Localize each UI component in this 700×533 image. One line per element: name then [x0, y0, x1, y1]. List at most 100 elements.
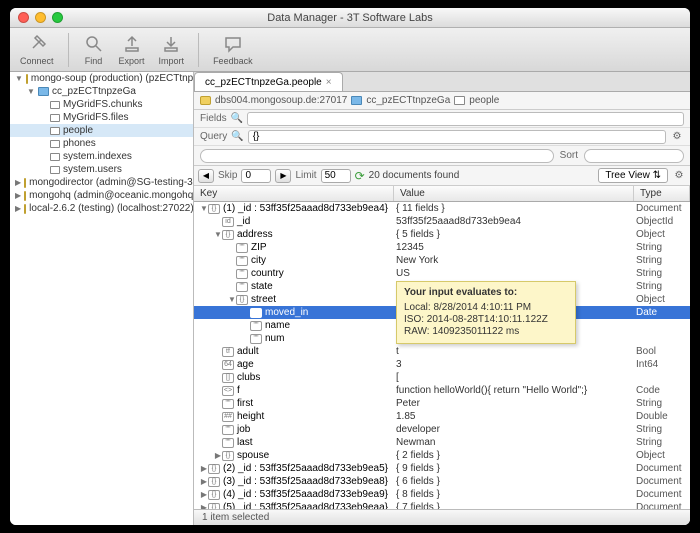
search-icon: 🔍	[231, 131, 243, 142]
import-button[interactable]: Import	[155, 31, 189, 68]
table-row[interactable]: ▶{}(5) _id : 53ff35f25aaad8d733eb9eaa}{ …	[194, 501, 690, 509]
sidebar-item[interactable]: ▶local-2.6.2 (testing) (localhost:27022)	[10, 202, 193, 215]
key-label: height	[237, 411, 264, 422]
disclosure-icon[interactable]: ▶	[15, 178, 21, 187]
separator	[68, 33, 69, 67]
db-icon	[24, 204, 26, 214]
query-settings-icon[interactable]: ⚙	[670, 130, 684, 144]
table-row[interactable]: ""ZIP12345String	[194, 241, 690, 254]
fields-input[interactable]	[247, 112, 684, 126]
table-row[interactable]: ▼{}address{ 5 fields }Object	[194, 228, 690, 241]
close-tab-icon[interactable]: ×	[326, 77, 332, 88]
prev-page-button[interactable]: ◀	[198, 169, 214, 183]
type-cell: Bool	[634, 346, 690, 357]
key-label: clubs	[237, 372, 260, 383]
filter-input[interactable]	[200, 149, 554, 163]
key-label: (5) _id : 53ff35f25aaad8d733eb9eaa}	[223, 502, 388, 509]
breadcrumb-host[interactable]: dbs004.mongosoup.de:27017	[215, 95, 347, 106]
table-row[interactable]: tfadulttBool	[194, 345, 690, 358]
table-row[interactable]: <>ffunction helloWorld(){ return "Hello …	[194, 384, 690, 397]
header-value[interactable]: Value	[394, 186, 634, 201]
table-row[interactable]: []clubs[	[194, 371, 690, 384]
type-icon: {}	[222, 451, 234, 461]
table-row[interactable]: ▶{}(4) _id : 53ff35f25aaad8d733eb9ea9}{ …	[194, 488, 690, 501]
disclosure-icon[interactable]: ▶	[200, 490, 208, 499]
disclosure-icon[interactable]: ▶	[200, 477, 208, 486]
table-row[interactable]: 64age3Int64	[194, 358, 690, 371]
table-row[interactable]: ""cityNew YorkString	[194, 254, 690, 267]
tabs: cc_pzECTtnpzeGa.people ×	[194, 72, 690, 92]
feedback-button[interactable]: Feedback	[209, 31, 257, 68]
type-cell: Document	[634, 502, 690, 509]
value-cell: 53ff35f25aaad8d733eb9ea4	[394, 216, 634, 227]
export-button[interactable]: Export	[115, 31, 149, 68]
tab-collection[interactable]: cc_pzECTtnpzeGa.people ×	[194, 72, 343, 91]
disclosure-icon[interactable]: ▼	[27, 87, 35, 96]
type-icon: ""	[236, 243, 248, 253]
disclosure-icon[interactable]: ▶	[200, 464, 208, 473]
breadcrumb-db[interactable]: cc_pzECTtnpzeGa	[366, 95, 450, 106]
table-row[interactable]: ""countryUSString	[194, 267, 690, 280]
header-type[interactable]: Type	[634, 186, 690, 201]
view-selector[interactable]: Tree View ⇅	[598, 168, 668, 183]
sidebar-item[interactable]: system.users	[10, 163, 193, 176]
sidebar-item[interactable]: ▶mongodirector (admin@SG-testing-32	[10, 176, 193, 189]
disclosure-icon[interactable]: ▶	[15, 204, 21, 213]
grid-body[interactable]: Your input evaluates to: Local: 8/28/201…	[194, 202, 690, 509]
disclosure-icon[interactable]: ▶	[15, 191, 21, 200]
find-button[interactable]: Find	[79, 31, 109, 68]
table-row[interactable]: ▶{}(3) _id : 53ff35f25aaad8d733eb9ea8}{ …	[194, 475, 690, 488]
type-icon: {}	[236, 295, 248, 305]
skip-input[interactable]	[241, 169, 271, 183]
refresh-icon[interactable]: ⟳	[355, 169, 365, 183]
grid-settings-icon[interactable]: ⚙	[672, 169, 686, 183]
table-row[interactable]: ""jobdeveloperString	[194, 423, 690, 436]
sort-input[interactable]	[584, 149, 684, 163]
type-icon: ""	[236, 282, 248, 292]
type-icon: ""	[222, 438, 234, 448]
table-row[interactable]: ▶{}(2) _id : 53ff35f25aaad8d733eb9ea5}{ …	[194, 462, 690, 475]
sidebar-item[interactable]: MyGridFS.chunks	[10, 98, 193, 111]
sort-label: Sort	[560, 150, 578, 161]
window-title: Data Manager - 3T Software Labs	[10, 12, 690, 24]
header-key[interactable]: Key	[194, 186, 394, 201]
sidebar-item[interactable]: ▶mongohq (admin@oceanic.mongohq.c	[10, 189, 193, 202]
table-row[interactable]: ##height1.85Double	[194, 410, 690, 423]
limit-input[interactable]	[321, 169, 351, 183]
value-cell: { 5 fields }	[394, 229, 634, 240]
key-label: (4) _id : 53ff35f25aaad8d733eb9ea9}	[223, 489, 388, 500]
sidebar-item[interactable]: ▼cc_pzECTtnpzeGa	[10, 85, 193, 98]
main-panel: cc_pzECTtnpzeGa.people × dbs004.mongosou…	[194, 72, 690, 525]
query-input[interactable]	[248, 130, 666, 144]
type-icon: {}	[208, 464, 220, 474]
coll-icon	[50, 140, 60, 148]
table-row[interactable]: ▼{}(1) _id : 53ff35f25aaad8d733eb9ea4}{ …	[194, 202, 690, 215]
type-icon: tf	[222, 347, 234, 357]
disclosure-icon[interactable]: ▼	[15, 74, 23, 83]
disclosure-icon[interactable]: ▶	[214, 451, 222, 460]
value-cell: { 8 fields }	[394, 489, 634, 500]
fields-label: Fields	[200, 113, 227, 124]
table-row[interactable]: ""firstPeterString	[194, 397, 690, 410]
sidebar-item[interactable]: system.indexes	[10, 150, 193, 163]
sidebar-item[interactable]: people	[10, 124, 193, 137]
type-cell: String	[634, 281, 690, 292]
connect-button[interactable]: Connect	[16, 31, 58, 68]
table-row[interactable]: ▶{}spouse{ 2 fields }Object	[194, 449, 690, 462]
table-row[interactable]: id_id53ff35f25aaad8d733eb9ea4ObjectId	[194, 215, 690, 228]
sidebar-item[interactable]: ▼mongo-soup (production) (pzECTtnp	[10, 72, 193, 85]
type-cell: Document	[634, 489, 690, 500]
disclosure-icon[interactable]: ▼	[200, 204, 208, 213]
sidebar-item[interactable]: MyGridFS.files	[10, 111, 193, 124]
query-label: Query	[200, 131, 227, 142]
next-page-button[interactable]: ▶	[275, 169, 291, 183]
sidebar-item[interactable]: phones	[10, 137, 193, 150]
breadcrumb-coll[interactable]: people	[469, 95, 499, 106]
value-cell: Peter	[394, 398, 634, 409]
disclosure-icon[interactable]: ▼	[214, 230, 222, 239]
type-icon: 64	[222, 360, 234, 370]
sidebar[interactable]: ▼mongo-soup (production) (pzECTtnp▼cc_pz…	[10, 72, 194, 525]
disclosure-icon[interactable]: ▶	[200, 503, 208, 509]
table-row[interactable]: ""lastNewmanString	[194, 436, 690, 449]
disclosure-icon[interactable]: ▼	[228, 295, 236, 304]
